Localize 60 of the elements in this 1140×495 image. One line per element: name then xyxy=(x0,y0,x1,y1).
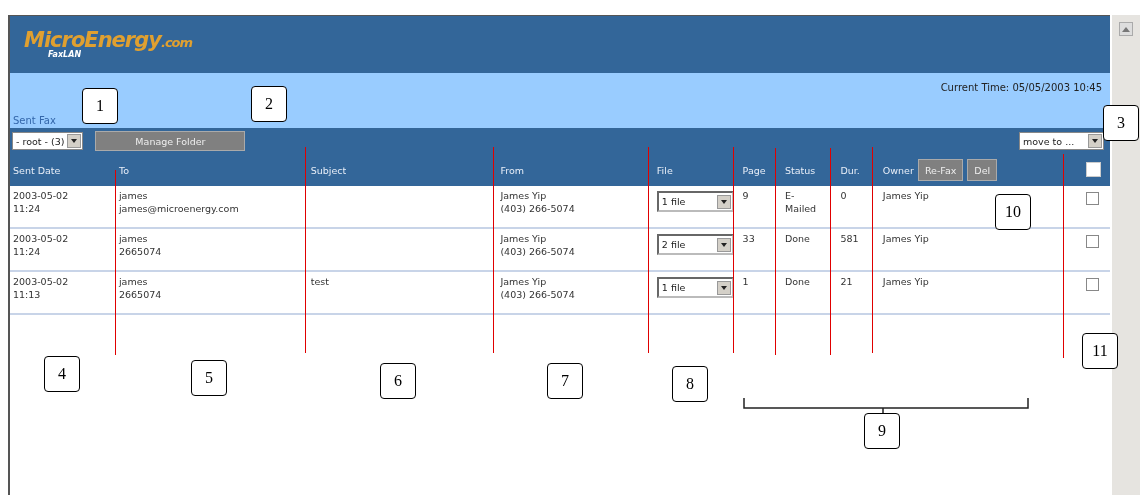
table-cell: james james@microenergy.com xyxy=(118,189,239,215)
table-cell: 33 xyxy=(742,232,755,245)
table-cell: James Yip (403) 266-5074 xyxy=(500,189,575,215)
callout-label: 6 xyxy=(380,363,416,399)
callout-label: 10 xyxy=(995,194,1031,230)
callout-label: 9 xyxy=(864,413,900,449)
folder-select[interactable]: - root - (3) xyxy=(12,132,84,150)
table-cell-text: Done xyxy=(784,232,811,245)
scrollbar[interactable] xyxy=(1112,15,1140,495)
column-header: Subject xyxy=(307,154,498,186)
table-cell-text: Done xyxy=(784,275,811,288)
table-cell: 2003-05-02 11:13 xyxy=(13,275,69,301)
table-cell: 1 xyxy=(742,275,749,288)
table-cell: 2003-05-02 11:24 xyxy=(13,232,69,258)
delete-button[interactable]: Del xyxy=(967,159,998,181)
callout-label: 1 xyxy=(82,88,118,124)
table-cell: 9 xyxy=(742,189,749,202)
table-cell: 2003-05-02 11:24 xyxy=(13,189,69,215)
file-select[interactable]: 1 file xyxy=(656,191,734,212)
table-cell: test xyxy=(310,275,329,288)
row-checkbox[interactable] xyxy=(1085,278,1099,291)
scroll-up-button[interactable] xyxy=(1119,22,1133,36)
callout-label: 8 xyxy=(672,366,708,402)
table-cell: James Yip xyxy=(882,232,929,245)
column-header: To xyxy=(115,154,308,186)
table-cell: 0 xyxy=(840,189,847,202)
current-time: Current Time: 05/05/2003 10:45 xyxy=(940,82,1103,93)
row-checkbox[interactable] xyxy=(1085,235,1099,248)
table-cell: 581 xyxy=(840,232,859,245)
table-cell: 21 xyxy=(840,275,853,288)
row-checkbox[interactable] xyxy=(1085,192,1099,205)
logo: MicroEnergy.com FaxLAN xyxy=(24,30,193,59)
table-cell: James Yip xyxy=(882,275,929,288)
column-header: Status xyxy=(781,154,838,186)
refax-button[interactable]: Re-Fax xyxy=(917,159,964,181)
table-cell: James Yip xyxy=(882,189,929,202)
callout-label: 5 xyxy=(191,360,227,396)
up-arrow-icon xyxy=(1122,26,1130,32)
table-cell-text: E-Mailed xyxy=(784,189,818,215)
callout-label: 3 xyxy=(1103,105,1139,141)
column-header: Dur. xyxy=(837,154,880,186)
select-all-checkbox[interactable] xyxy=(1085,161,1101,177)
table-cell: James Yip (403) 266-5074 xyxy=(500,275,575,301)
table-cell: James Yip (403) 266-5074 xyxy=(500,232,575,258)
column-header: Page xyxy=(739,154,782,186)
callout-label: 4 xyxy=(44,356,80,392)
callout-label: 7 xyxy=(547,363,583,399)
column-header: File xyxy=(653,154,740,186)
column-header: Sent Date xyxy=(10,154,116,186)
column-header: Owner xyxy=(882,164,914,176)
folder-title: Sent Fax xyxy=(13,115,56,126)
table-cell: james 2665074 xyxy=(118,232,162,258)
table-cell: james 2665074 xyxy=(118,275,162,301)
file-select[interactable]: 1 file xyxy=(656,277,734,298)
column-header: From xyxy=(497,154,654,186)
manage-folder-button[interactable]: Manage Folder xyxy=(95,131,246,151)
move-to-select[interactable]: move to ... xyxy=(1019,132,1105,150)
callout-label: 2 xyxy=(251,86,287,122)
callout-label: 11 xyxy=(1082,333,1118,369)
file-select[interactable]: 2 file xyxy=(656,234,734,255)
